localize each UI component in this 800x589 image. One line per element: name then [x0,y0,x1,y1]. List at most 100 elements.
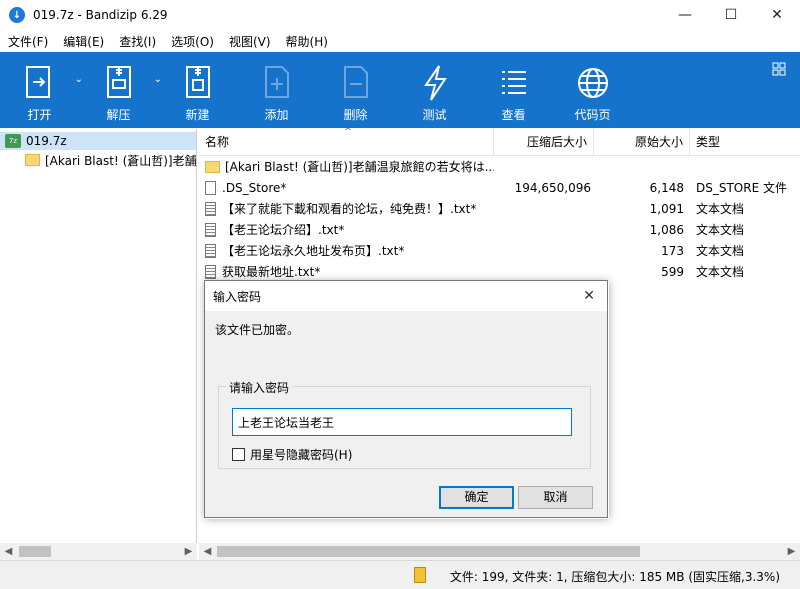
test-button[interactable]: 测试 [395,52,474,128]
ok-button[interactable]: 确定 [439,486,514,509]
dialog-close-icon[interactable]: ✕ [583,288,595,304]
minimize-icon: — [678,7,692,23]
add-button[interactable]: 添加 [237,52,316,128]
tree-root-item[interactable]: 7z 019.7z [0,132,196,150]
close-button[interactable]: ✕ [754,0,800,30]
delete-file-icon [338,64,374,102]
minimize-button[interactable]: — [662,0,708,30]
file-original-size: 1,086 [649,222,684,237]
hide-password-checkbox[interactable] [232,448,245,461]
file-type: 文本文档 [696,202,745,216]
bandizip-app-icon: ↓ [9,7,25,23]
folder-icon [205,160,220,173]
password-dialog: 输入密码 ✕ 该文件已加密。 请输入密码 用星号隐藏密码(H) 确定 取消 [204,280,608,518]
file-original-size: 173 [661,243,684,258]
file-row[interactable]: [Akari Blast! (蒼山哲)]老舗温泉旅館の若女将は... [199,156,800,177]
hide-password-label: 用星号隐藏密码(H) [250,448,353,462]
scroll-left-icon[interactable]: ◀ [199,543,216,560]
scrollbar-thumb[interactable] [217,546,640,557]
codepage-label: 代码页 [574,108,611,122]
column-original-size[interactable]: 原始大小 [594,128,690,156]
encrypted-message: 该文件已加密。 [215,323,300,337]
menu-options[interactable]: 选项(O) [163,33,221,50]
column-type[interactable]: 类型 [690,129,800,156]
file-type: 文本文档 [696,223,745,237]
new-label: 新建 [185,108,210,122]
password-group-label: 请输入密码 [226,379,293,396]
file-name: .DS_Store* [222,180,287,195]
file-row[interactable]: 【老王论坛介绍】.txt* 1,086 文本文档 [199,219,800,240]
file-compressed-size: 194,650,096 [514,180,591,195]
test-label: 测试 [422,108,447,122]
scroll-right-icon[interactable]: ▶ [783,543,800,560]
text-file-icon [205,222,216,237]
archive-icon [414,567,426,583]
dialog-title-bar: 输入密码 ✕ [205,281,607,311]
add-file-icon [259,64,295,102]
window-controls: — ☐ ✕ [662,0,800,30]
file-original-size: 6,148 [649,180,684,195]
dialog-title: 输入密码 [213,289,262,304]
delete-button[interactable]: 删除 [316,52,395,128]
menu-view[interactable]: 视图(V) [221,33,278,50]
file-original-size: 599 [661,264,684,279]
tree-folder-item[interactable]: [Akari Blast! (蒼山哲)]老舗 [0,150,196,170]
open-button[interactable]: 打开 ⌄ [0,52,83,128]
new-button[interactable]: 新建 [158,52,237,128]
menu-help[interactable]: 帮助(H) [278,33,335,50]
list-horizontal-scrollbar[interactable]: ◀ ▶ [199,543,800,560]
menu-bar: 文件(F) 编辑(E) 查找(I) 选项(O) 视图(V) 帮助(H) [0,30,800,52]
file-icon [205,180,216,195]
sort-ascending-icon: ^ [344,127,352,137]
menu-file[interactable]: 文件(F) [0,33,55,50]
add-label: 添加 [264,108,289,122]
new-archive-icon [180,64,216,102]
open-icon [22,64,58,102]
tree-horizontal-scrollbar[interactable]: ◀ ▶ [0,543,197,560]
file-original-size: 1,091 [649,201,684,216]
folder-icon [25,154,40,166]
text-file-icon [205,243,216,258]
open-label: 打开 [27,108,52,122]
scrollbar-thumb[interactable] [19,546,51,557]
file-row[interactable]: 【老王论坛永久地址发布页】.txt* 173 文本文档 [199,240,800,261]
file-row[interactable]: .DS_Store* 194,650,096 6,148 DS_STORE 文件 [199,177,800,198]
hide-password-option[interactable]: 用星号隐藏密码(H) [232,446,352,463]
column-header: ^ 名称 压缩后大小 原始大小 类型 [199,127,800,156]
layout-menu-icon[interactable] [772,62,786,76]
tree-folder-label: [Akari Blast! (蒼山哲)]老舗 [45,153,196,168]
view-button[interactable]: 查看 [474,52,553,128]
scroll-right-icon[interactable]: ▶ [180,543,197,560]
view-label: 查看 [501,108,526,122]
status-text: 文件: 199, 文件夹: 1, 压缩包大小: 185 MB (固实压缩,3.3… [449,570,780,584]
file-name: 【老王论坛介绍】.txt* [222,223,345,237]
close-icon: ✕ [771,7,783,23]
text-file-icon [205,201,216,216]
title-bar: ↓ 019.7z - Bandizip 6.29 — ☐ ✕ [0,0,800,30]
lightning-icon [417,64,453,102]
extract-icon [101,64,137,102]
delete-label: 删除 [343,108,368,122]
codepage-button[interactable]: 代码页 [553,52,632,128]
password-input[interactable] [232,408,572,436]
menu-edit[interactable]: 编辑(E) [55,33,111,50]
list-view-icon [496,64,532,102]
column-compressed-size[interactable]: 压缩后大小 [494,128,594,156]
folder-tree: 7z 019.7z [Akari Blast! (蒼山哲)]老舗 [0,129,197,543]
extract-button[interactable]: 解压 ⌄ [79,52,162,128]
status-bar: 文件: 199, 文件夹: 1, 压缩包大小: 185 MB (固实压缩,3.3… [0,560,800,589]
file-name: [Akari Blast! (蒼山哲)]老舗温泉旅館の若女将は... [225,160,494,174]
file-row[interactable]: 获取最新地址.txt* 599 文本文档 [199,261,800,282]
cancel-button[interactable]: 取消 [518,486,593,509]
scroll-left-icon[interactable]: ◀ [0,543,17,560]
file-type: DS_STORE 文件 [696,181,787,195]
maximize-button[interactable]: ☐ [708,0,754,30]
file-name: 【来了就能下載和观看的论坛，纯免费！】.txt* [222,202,477,216]
file-name: 获取最新地址.txt* [222,265,321,279]
file-row[interactable]: 【来了就能下載和观看的论坛，纯免费！】.txt* 1,091 文本文档 [199,198,800,219]
tree-root-label: 019.7z [26,134,67,148]
globe-icon [575,64,611,102]
text-file-icon [205,264,216,279]
menu-find[interactable]: 查找(I) [111,33,163,50]
file-type: 文本文档 [696,244,745,258]
